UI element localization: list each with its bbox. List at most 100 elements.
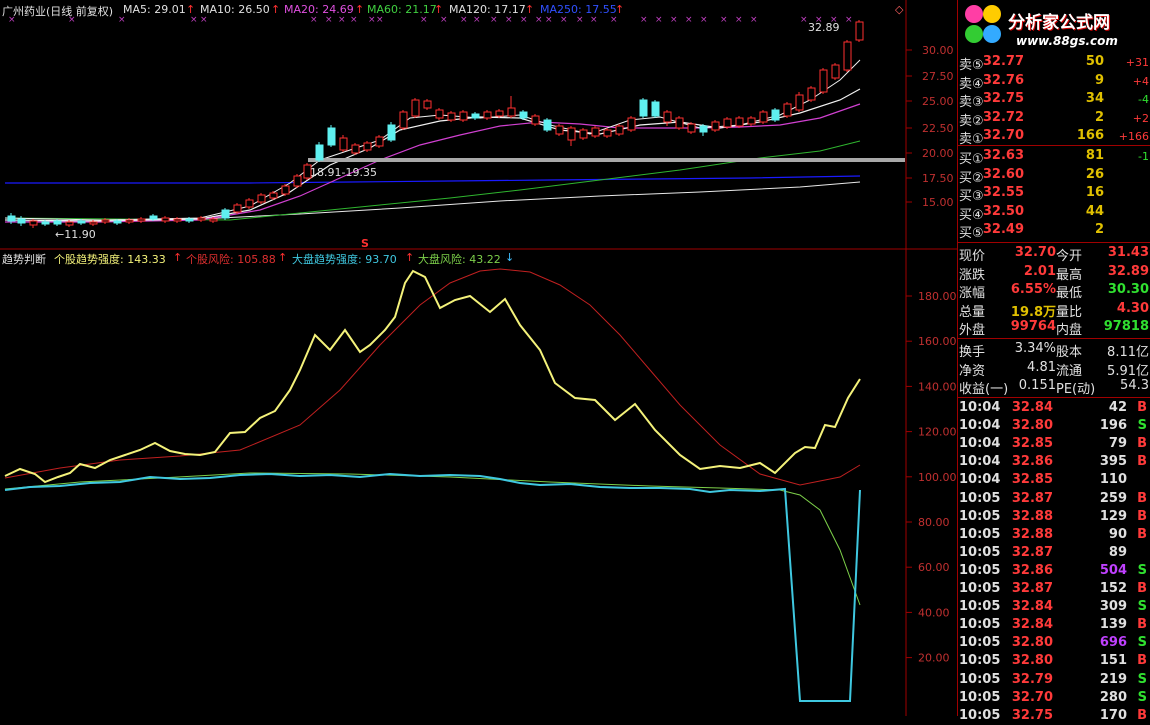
buy-volume: 44: [1085, 203, 1104, 219]
stats-label: 净资: [959, 363, 986, 379]
chart-canvas[interactable]: 30.00 27.50 25.00 22.50 20.00 17.50 15.00 180.…: [0, 0, 958, 716]
tick-volume: 90: [1108, 526, 1127, 542]
high-price-label: 32.89: [808, 21, 840, 34]
stats-value: 54.3: [1120, 378, 1149, 394]
tick-price: 32.87: [1011, 544, 1053, 560]
candle-body: [603, 129, 612, 137]
tick-price: 32.75: [1011, 707, 1053, 723]
signal-x-mark: ×: [535, 15, 543, 25]
diamond-icon[interactable]: ◇: [895, 3, 903, 16]
tick-price: 32.70: [1011, 689, 1053, 705]
arrow-down-icon: ↓: [505, 251, 515, 264]
quote-label: 最低: [1056, 286, 1083, 302]
tick-volume: 196: [1099, 418, 1127, 434]
s-marker: S: [361, 237, 369, 250]
tick-volume: 79: [1108, 436, 1127, 452]
candle-body: [783, 103, 792, 117]
signal-x-mark: ×: [720, 15, 728, 25]
buy-price: 32.50: [982, 203, 1024, 219]
sell-price: 32.70: [982, 128, 1024, 143]
tick-volume: 696: [1099, 635, 1127, 651]
tick-volume: 139: [1099, 617, 1127, 633]
site-logo: 分析家公式网 www.88gs.com: [958, 0, 1150, 54]
candle-body: [185, 218, 194, 222]
stats-value: 4.81: [1027, 359, 1056, 375]
logo-url: www.88gs.com: [1016, 34, 1118, 48]
arrow-up-icon: ↑: [173, 251, 183, 264]
logo-icon: [965, 5, 1001, 43]
tick-row: 10:05 32.87 259 B: [958, 490, 1150, 508]
tick-price: 32.80: [1011, 418, 1053, 434]
signal-x-mark: ×: [735, 15, 743, 25]
signal-x-mark: ×: [376, 15, 384, 25]
quote-value: 31.43: [1107, 245, 1149, 260]
candle-body: [843, 41, 852, 71]
candle-body: [519, 111, 528, 119]
signal-x-mark: ×: [560, 15, 568, 25]
tick-time: 10:05: [959, 526, 1001, 542]
candle-body: [639, 99, 648, 117]
tick-side: B: [1137, 508, 1147, 524]
signal-x-mark: ×: [338, 15, 346, 25]
arrow-up-icon: ↑: [186, 3, 196, 16]
candle-body: [65, 221, 74, 226]
sell-price: 32.77: [982, 54, 1024, 69]
buy-level-label: 买③: [959, 189, 984, 204]
signal-x-mark: ×: [118, 15, 126, 25]
tick-side: S: [1137, 418, 1147, 434]
market-risk-label: 大盘风险: 43.22: [418, 253, 501, 266]
divider: [958, 242, 1150, 243]
tick-price: 32.80: [1011, 653, 1053, 669]
tick-volume: 395: [1099, 454, 1127, 470]
indicator-tick-label: 180.00: [918, 290, 957, 303]
indicator-axis: 180.00 160.00 140.00 120.00 100.00 80.00 60.00…: [906, 290, 957, 665]
candle-body: [113, 220, 122, 224]
tick-volume: 219: [1099, 671, 1127, 687]
price-tick-label: 15.00: [922, 196, 954, 209]
tick-row: 10:05 32.87 152 B: [958, 580, 1150, 598]
stock-name: 广州药业(日线 前复权): [2, 5, 114, 18]
signal-x-mark: ×: [750, 15, 758, 25]
tick-row: 10:05 32.87 89: [958, 544, 1150, 562]
buy-level-row: 买⑤ 32.49 2: [958, 221, 1150, 241]
indicator-tick-label: 20.00: [918, 652, 950, 665]
candle-body: [173, 218, 182, 222]
quote-label: 今开: [1056, 249, 1083, 264]
stats-label: 股本: [1056, 345, 1083, 360]
candle-body: [17, 218, 26, 224]
divider: [958, 397, 1150, 398]
tick-time: 10:05: [959, 490, 1001, 506]
signal-x-mark: ×: [845, 15, 853, 25]
tick-time: 10:05: [959, 707, 1001, 723]
candle-body: [495, 110, 504, 117]
stats-label: PE(动): [1056, 382, 1096, 398]
price-tick-label: 17.50: [922, 172, 954, 185]
quote-value: 32.70: [1014, 245, 1056, 260]
tick-volume: 309: [1099, 599, 1127, 615]
candle-body: [543, 119, 552, 131]
candle-body: [339, 137, 348, 151]
quote-label: 外盘: [959, 323, 986, 339]
signal-x-mark: ×: [473, 15, 481, 25]
trend-line: [4, 269, 861, 484]
tick-price: 32.86: [1011, 454, 1053, 470]
candle-body: [327, 127, 336, 146]
candle-body: [795, 94, 804, 111]
buy-level-row: 买① 32.63 81 -1: [958, 147, 1150, 167]
candle-body: [627, 117, 636, 131]
sell-price: 32.75: [982, 91, 1024, 106]
stats-value: 8.11亿: [1107, 345, 1149, 360]
sell-level-label: 卖③: [959, 95, 984, 110]
resistance-band: [308, 158, 905, 162]
sell-level-label: 卖②: [959, 113, 984, 129]
candle-body: [651, 101, 660, 117]
chart-area[interactable]: 30.00 27.50 25.00 22.50 20.00 17.50 15.00 180.…: [0, 0, 958, 716]
indicator-name: 趋势判断: [2, 253, 46, 266]
sell-level-label: 卖④: [959, 76, 984, 92]
tick-row: 10:04 32.84 42 B: [958, 399, 1150, 417]
sell-volume: 34: [1085, 91, 1104, 106]
quote-row: 外盘 99764 内盘 97818: [958, 318, 1150, 339]
stats-row: 换手 3.34% 股本 8.11亿: [958, 340, 1150, 360]
candle-body: [423, 100, 432, 109]
tick-row: 10:05 32.79 219 S: [958, 671, 1150, 689]
